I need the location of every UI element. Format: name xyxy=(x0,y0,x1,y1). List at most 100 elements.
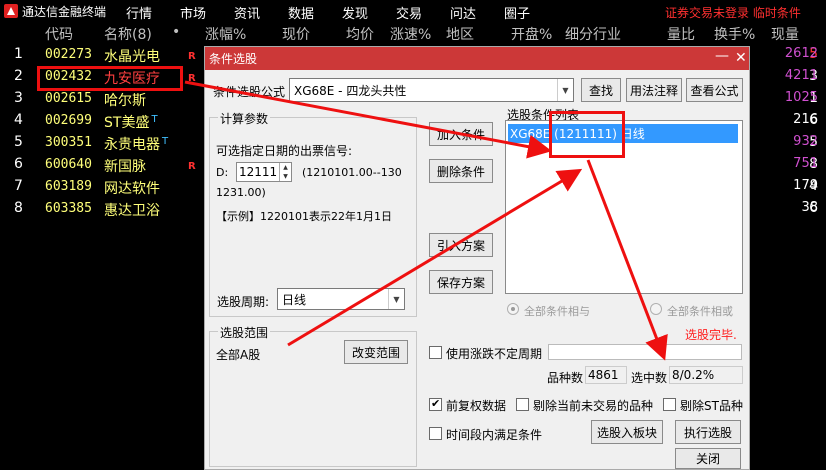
current-volume: 1025 xyxy=(784,90,818,105)
col-speed[interactable]: 涨速% xyxy=(390,24,431,44)
save-scheme-button[interactable]: 保存方案 xyxy=(429,270,493,294)
stepper-arrows-icon[interactable]: ▲ ▼ xyxy=(279,163,291,181)
current-volume: 932 xyxy=(793,134,818,149)
d-range-end: 1231.00) xyxy=(216,186,266,199)
col-open-pct[interactable]: 开盘% xyxy=(511,24,552,44)
row-index: 1 xyxy=(14,46,23,62)
selected-label: 选中数 xyxy=(631,371,668,385)
adjusted-data-checkbox[interactable] xyxy=(429,397,442,411)
d-value: 12111 xyxy=(239,165,278,179)
range-caption: 选股范围 xyxy=(218,324,271,341)
radio-or[interactable] xyxy=(650,303,662,315)
stock-name: ST美盛 T xyxy=(104,112,158,132)
condition-list[interactable]: XG68E (1211111) 日线 xyxy=(505,120,743,294)
remove-st-label: 剔除ST品种 xyxy=(680,399,743,413)
col-current-vol[interactable]: 现量 xyxy=(771,24,799,44)
period-value: 日线 xyxy=(282,292,307,307)
col-volume-ratio[interactable]: 量比 xyxy=(667,24,695,44)
time-range-label: 时间段内满足条件 xyxy=(446,428,543,442)
margin-flag: R xyxy=(188,51,196,62)
change-range-button[interactable]: 改变范围 xyxy=(344,340,408,364)
col-region[interactable]: 地区 xyxy=(446,24,474,44)
radio-and[interactable] xyxy=(507,303,519,315)
menu-news[interactable]: 资讯 xyxy=(234,3,260,22)
stock-code: 603385 xyxy=(45,201,92,216)
list-item[interactable]: XG68E (1211111) 日线 xyxy=(508,124,738,143)
current-volume: 216 xyxy=(793,112,818,127)
stock-code: 603189 xyxy=(45,179,92,194)
current-volume: 751 xyxy=(793,156,818,171)
formula-label: 条件选股公式 xyxy=(213,85,286,99)
chevron-down-icon[interactable]: ▼ xyxy=(557,79,573,101)
stock-code: 002615 xyxy=(45,91,92,106)
import-scheme-button[interactable]: 引入方案 xyxy=(429,233,493,257)
minimize-icon[interactable]: — xyxy=(715,48,729,64)
selected-value: 8/0.2% xyxy=(672,368,715,382)
view-formula-button[interactable]: 查看公式 xyxy=(686,78,743,102)
row-index: 2 xyxy=(14,68,23,84)
menu-discover[interactable]: 发现 xyxy=(342,3,368,22)
formula-select[interactable]: XG68E - 四龙头共性 ▼ xyxy=(289,78,574,102)
uncertain-period-input[interactable] xyxy=(548,344,742,360)
period-select[interactable]: 日线 ▼ xyxy=(277,288,405,310)
close-button[interactable]: 关闭 xyxy=(675,448,741,469)
radio-or-label: 全部条件相或 xyxy=(667,305,733,318)
stock-name: 水晶光电 xyxy=(104,49,160,65)
selected-field: 8/0.2% xyxy=(669,366,743,384)
menu-trade[interactable]: 交易 xyxy=(396,3,422,22)
t-mark: T xyxy=(151,114,158,125)
menu-wenda[interactable]: 问达 xyxy=(450,3,476,22)
col-change-pct[interactable]: 涨幅% xyxy=(205,24,246,44)
example-text: 【示例】1220101表示22年1月1日 xyxy=(216,210,392,223)
menu-bar: 通达信金融终端 行情 市场 资讯 数据 发现 交易 问达 圈子 证券交易未登录 … xyxy=(0,0,826,22)
current-volume: 38 xyxy=(801,200,818,215)
col-dot: • xyxy=(172,24,181,40)
d-stepper[interactable]: 12111 ▲ ▼ xyxy=(236,162,292,182)
time-range-checkbox[interactable] xyxy=(429,427,442,440)
stock-name-text: ST美盛 xyxy=(104,115,150,131)
col-name[interactable]: 名称(8) xyxy=(104,24,152,44)
add-to-block-button[interactable]: 选股入板块 xyxy=(591,420,663,444)
execute-button[interactable]: 执行选股 xyxy=(675,420,741,444)
menu-circle[interactable]: 圈子 xyxy=(504,3,530,22)
stock-name: 惠达卫浴 xyxy=(104,203,160,219)
col-avg-price[interactable]: 均价 xyxy=(346,24,374,44)
remove-st-checkbox[interactable] xyxy=(663,398,676,411)
add-condition-button[interactable]: 加入条件 xyxy=(429,122,493,146)
count-field: 4861 xyxy=(585,366,627,384)
find-button[interactable]: 查找 xyxy=(581,78,621,102)
d-label: D: xyxy=(216,166,229,179)
delete-condition-button[interactable]: 删除条件 xyxy=(429,159,493,183)
params-group: 计算参数 可选指定日期的出票信号: D: 12111 ▲ ▼ (1210101.0… xyxy=(209,110,417,317)
current-volume: 4211 xyxy=(784,68,818,83)
t-mark: T xyxy=(162,136,169,147)
menu-data[interactable]: 数据 xyxy=(288,3,314,22)
margin-flag: R xyxy=(188,73,196,84)
col-industry[interactable]: 细分行业 xyxy=(565,24,621,44)
col-code[interactable]: 代码 xyxy=(45,24,73,44)
range-group: 选股范围 全部A股 改变范围 xyxy=(209,324,417,467)
quote-table-header: 代码 名称(8) • 涨幅% 现价 均价 涨速% 地区 开盘% 细分行业 量比 … xyxy=(0,24,826,44)
period-label: 选股周期: xyxy=(217,295,270,309)
menu-quotes[interactable]: 行情 xyxy=(126,3,152,22)
params-hint: 可选指定日期的出票信号: xyxy=(216,144,353,158)
row-index: 4 xyxy=(14,112,23,128)
stock-code: 600640 xyxy=(45,157,92,172)
dialog-titlebar[interactable]: 条件选股 — ✕ xyxy=(205,47,749,70)
usage-notes-button[interactable]: 用法注释 xyxy=(626,78,682,102)
stock-code: 002432 xyxy=(45,69,92,84)
chevron-down-icon[interactable]: ▼ xyxy=(388,289,404,309)
stock-name: 新国脉 xyxy=(104,159,146,175)
dialog-title: 条件选股 xyxy=(209,52,258,66)
col-turnover[interactable]: 换手% xyxy=(714,24,755,44)
stock-name: 永贵电器 T xyxy=(104,134,168,154)
stock-name: 九安医疗 xyxy=(104,71,160,87)
uncertain-period-checkbox[interactable] xyxy=(429,346,442,359)
remove-untraded-checkbox[interactable] xyxy=(516,398,529,411)
login-status: 证券交易未登录 临时条件 xyxy=(665,6,801,20)
close-icon[interactable]: ✕ xyxy=(735,50,747,66)
row-index: 8 xyxy=(14,200,23,216)
range-value: 全部A股 xyxy=(216,348,261,362)
col-price[interactable]: 现价 xyxy=(282,24,310,44)
menu-market[interactable]: 市场 xyxy=(180,3,206,22)
